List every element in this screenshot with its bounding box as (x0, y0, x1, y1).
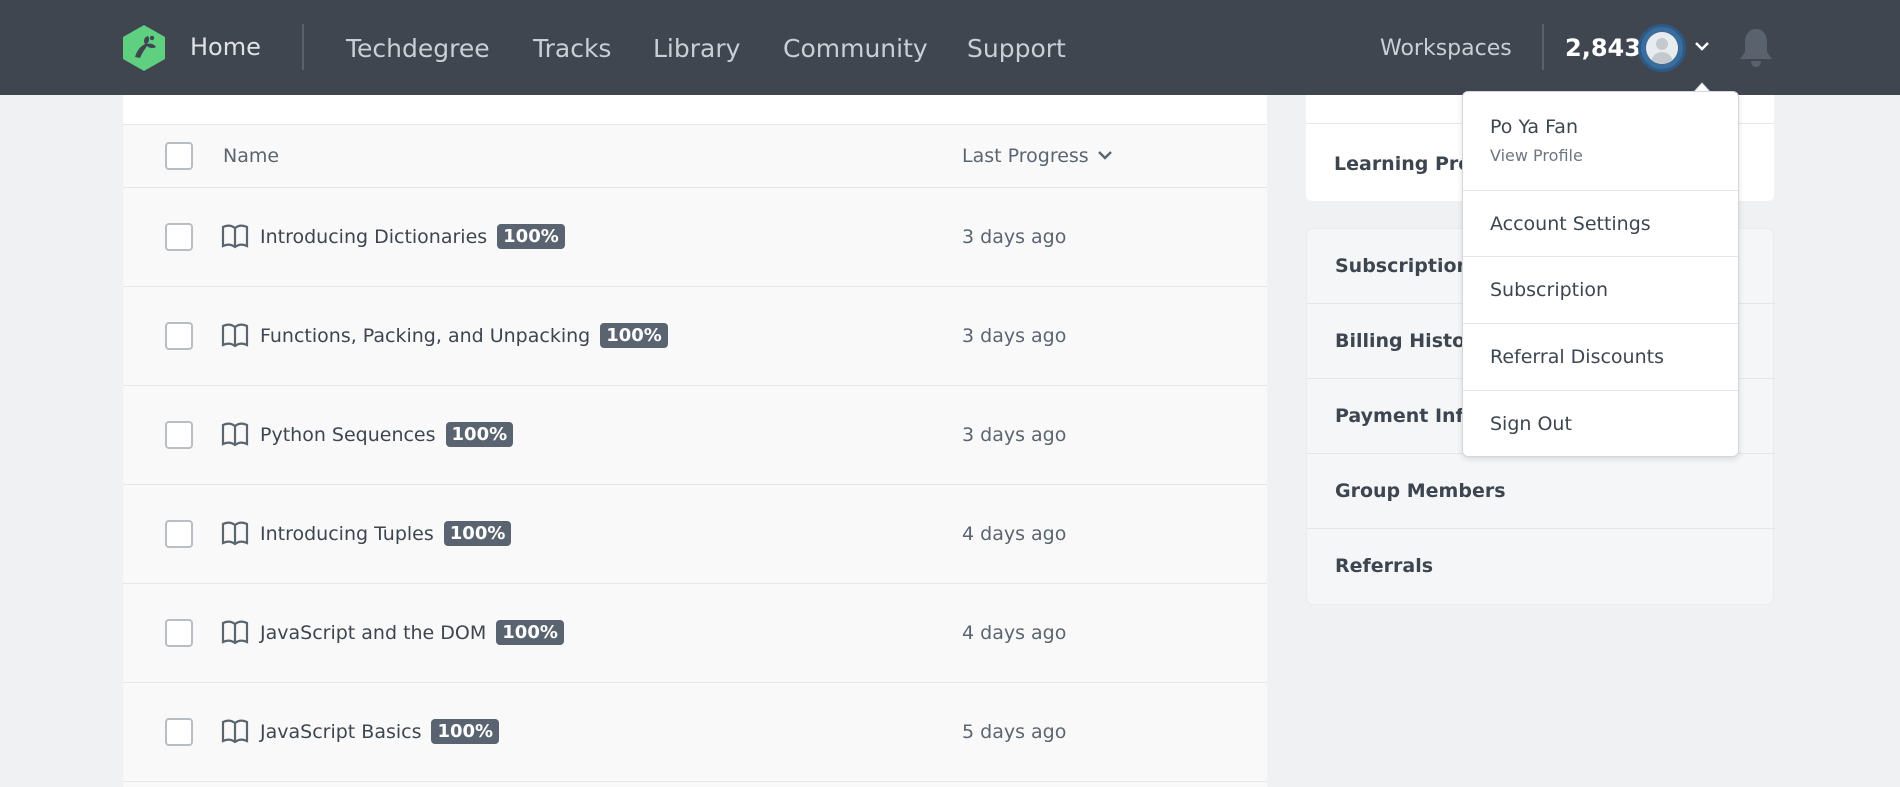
table-row[interactable]: Functions, Packing, and Unpacking 100% 3 … (123, 287, 1267, 386)
nav-divider (1542, 24, 1544, 70)
nav-library-link[interactable]: Library (653, 34, 740, 63)
completion-badge: 100% (600, 323, 668, 348)
nav-workspaces-link[interactable]: Workspaces (1380, 36, 1512, 61)
avatar-placeholder-icon (1646, 32, 1678, 64)
course-progress-table: Name Last Progress Introducing Dictionar… (123, 95, 1267, 787)
divider (1463, 390, 1738, 391)
book-icon (221, 620, 249, 645)
row-checkbox[interactable] (165, 322, 193, 350)
completion-badge: 100% (496, 620, 564, 645)
book-icon (221, 323, 249, 348)
row-checkbox[interactable] (165, 421, 193, 449)
completion-badge: 100% (445, 422, 514, 447)
last-progress-value: 4 days ago (962, 523, 1067, 545)
user-dropdown-menu: Po Ya Fan View Profile Account Settings … (1462, 91, 1739, 457)
sidebar-item-group-members[interactable]: Group Members (1307, 454, 1775, 529)
nav-community-link[interactable]: Community (783, 34, 928, 63)
course-title[interactable]: JavaScript and the DOM 100% (260, 620, 564, 645)
course-title[interactable]: Python Sequences 100% (260, 422, 514, 447)
last-progress-value: 4 days ago (962, 622, 1067, 644)
table-row[interactable]: JavaScript Basics 100% 5 days ago (123, 683, 1267, 782)
column-header-last-progress[interactable]: Last Progress (962, 145, 1089, 167)
column-header-name[interactable]: Name (223, 145, 279, 167)
last-progress-value: 3 days ago (962, 325, 1067, 347)
row-checkbox[interactable] (165, 718, 193, 746)
course-title[interactable]: Introducing Tuples 100% (260, 521, 512, 546)
last-progress-value: 3 days ago (962, 226, 1067, 248)
completion-badge: 100% (497, 224, 565, 249)
divider (1463, 256, 1738, 257)
avatar[interactable] (1638, 24, 1686, 72)
row-checkbox[interactable] (165, 223, 193, 251)
table-top-bar (123, 95, 1267, 125)
nav-tracks-link[interactable]: Tracks (533, 34, 611, 63)
divider (1463, 190, 1738, 191)
course-title[interactable]: Introducing Dictionaries 100% (260, 224, 565, 249)
book-icon (221, 521, 249, 546)
chevron-down-icon[interactable] (1692, 36, 1712, 56)
nav-home-link[interactable]: Home (190, 33, 261, 61)
book-icon (221, 719, 249, 744)
course-title[interactable]: Functions, Packing, and Unpacking 100% (260, 323, 668, 348)
last-progress-value: 3 days ago (962, 424, 1067, 446)
completion-badge: 100% (443, 521, 512, 546)
table-row[interactable]: Introducing Tuples 100% 4 days ago (123, 485, 1267, 584)
dropdown-user-name[interactable]: Po Ya Fan (1490, 116, 1578, 138)
table-row[interactable]: Introducing Dictionaries 100% 3 days ago (123, 188, 1267, 287)
completion-badge: 100% (431, 719, 500, 744)
table-row[interactable]: JavaScript and the DOM 100% 4 days ago (123, 584, 1267, 683)
table-header: Name Last Progress (123, 125, 1267, 188)
treehouse-logo-icon[interactable] (121, 24, 167, 72)
sort-chevron-down-icon[interactable] (1096, 147, 1114, 165)
sign-out-link[interactable]: Sign Out (1490, 413, 1572, 435)
book-icon (221, 224, 249, 249)
view-profile-link[interactable]: View Profile (1490, 146, 1583, 165)
nav-divider (302, 24, 304, 70)
top-navigation: Home Techdegree Tracks Library Community… (0, 0, 1900, 95)
row-checkbox[interactable] (165, 619, 193, 647)
last-progress-value: 5 days ago (962, 721, 1067, 743)
referral-discounts-link[interactable]: Referral Discounts (1490, 346, 1664, 368)
account-settings-link[interactable]: Account Settings (1490, 213, 1651, 235)
nav-support-link[interactable]: Support (967, 34, 1066, 63)
subscription-link[interactable]: Subscription (1490, 279, 1608, 301)
sidebar-item-referrals[interactable]: Referrals (1307, 529, 1775, 604)
divider (1463, 323, 1738, 324)
bell-icon[interactable] (1737, 26, 1775, 68)
course-title[interactable]: JavaScript Basics 100% (260, 719, 500, 744)
row-checkbox[interactable] (165, 520, 193, 548)
table-row[interactable]: Python Sequences 100% 3 days ago (123, 386, 1267, 485)
points-count[interactable]: 2,843 (1565, 34, 1641, 62)
nav-techdegree-link[interactable]: Techdegree (346, 34, 490, 63)
select-all-checkbox[interactable] (165, 142, 193, 170)
book-icon (221, 422, 249, 447)
